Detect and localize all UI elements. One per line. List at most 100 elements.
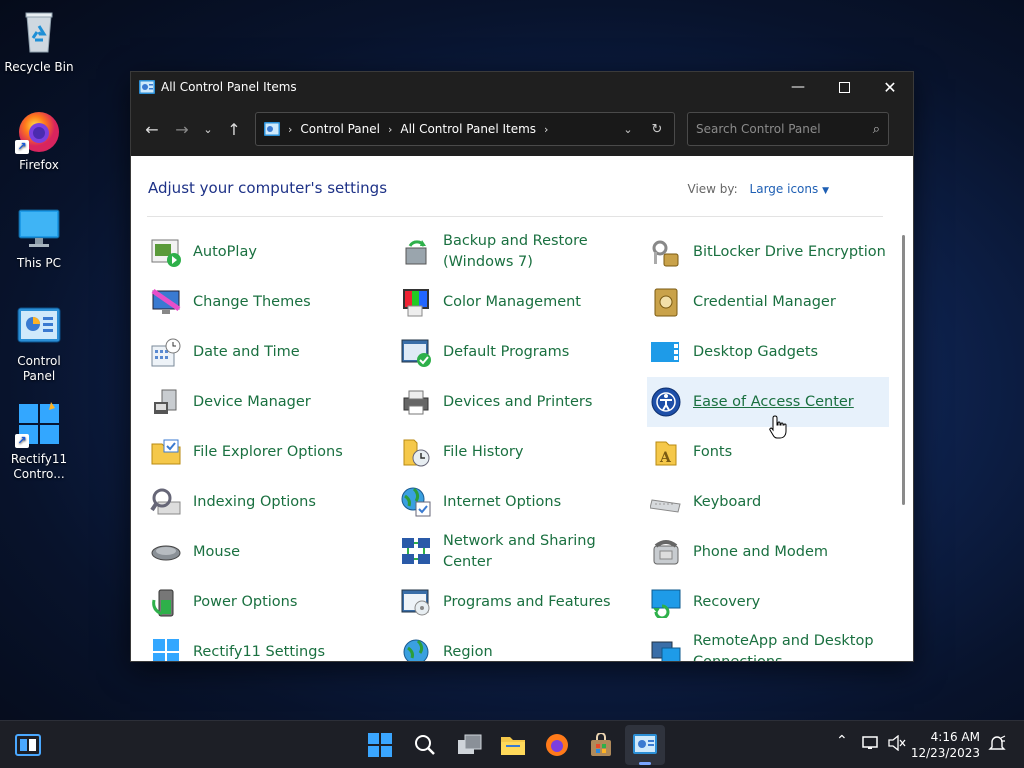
control-panel-taskbar-button[interactable] [625, 725, 665, 765]
item-recovery[interactable]: Recovery [647, 577, 889, 627]
item-region[interactable]: Region [397, 627, 647, 661]
item-label: Power Options [193, 593, 298, 610]
control-panel-icon [264, 122, 280, 136]
item-label: Keyboard [693, 493, 762, 510]
item-programs-features[interactable]: Programs and Features [397, 577, 647, 627]
scrollbar-thumb[interactable] [902, 235, 905, 505]
item-network-sharing[interactable]: Network and Sharing Center [397, 527, 647, 577]
item-color-management[interactable]: Color Management [397, 277, 647, 327]
notification-bell-icon [988, 735, 1006, 750]
item-remoteapp[interactable]: RemoteApp and Desktop Connections [647, 627, 889, 662]
region-globe-icon [399, 635, 433, 661]
item-ease-of-access[interactable]: Ease of Access Center [647, 377, 889, 427]
item-mouse[interactable]: Mouse [147, 527, 397, 577]
item-label: Indexing Options [193, 493, 316, 510]
view-by-value: Large icons [749, 182, 819, 196]
desktop-icon-label: This PC [17, 256, 61, 270]
view-by-label: View by: [687, 182, 738, 196]
search-input[interactable] [696, 122, 873, 136]
autoplay-icon [149, 235, 183, 269]
desktop-icon-this-pc[interactable]: This PC [0, 204, 78, 271]
desktop-icon-recycle-bin[interactable]: Recycle Bin [0, 8, 78, 75]
device-manager-icon [149, 385, 183, 419]
item-credential-manager[interactable]: Credential Manager [647, 277, 889, 327]
network-icon [399, 535, 433, 569]
item-phone-modem[interactable]: Phone and Modem [647, 527, 889, 577]
item-bitlocker[interactable]: BitLocker Drive Encryption [647, 227, 889, 277]
forward-button[interactable]: → [167, 114, 197, 144]
item-device-manager[interactable]: Device Manager [147, 377, 397, 427]
item-rectify11-settings[interactable]: Rectify11 Settings [147, 627, 397, 661]
search-box[interactable]: ⌕ [687, 112, 889, 146]
desktop-icon-rectify11[interactable]: ↗ Rectify11 Contro... [0, 400, 78, 482]
item-label: RemoteApp and Desktop Connections [693, 633, 874, 662]
item-internet-options[interactable]: Internet Options [397, 477, 647, 527]
breadcrumb-all-items[interactable]: All Control Panel Items [400, 122, 536, 136]
task-view-button[interactable] [455, 730, 485, 760]
address-bar[interactable]: › Control Panel › All Control Panel Item… [255, 112, 675, 146]
show-hidden-icons-button[interactable]: ⌃ [836, 733, 848, 749]
network-status-icon[interactable] [862, 735, 880, 755]
minimize-button[interactable]: — [775, 72, 821, 102]
back-button[interactable]: ← [137, 114, 167, 144]
chevron-down-icon: ⌄ [623, 122, 633, 136]
item-default-programs[interactable]: Default Programs [397, 327, 647, 377]
store-button[interactable] [586, 730, 616, 760]
arrow-up-icon: ↑ [227, 119, 241, 139]
printer-icon [399, 385, 433, 419]
desktop-icon-firefox[interactable]: ↗ Firefox [0, 106, 78, 173]
item-label: Phone and Modem [693, 543, 829, 560]
file-explorer-button[interactable] [498, 730, 528, 760]
phone-icon [649, 535, 683, 569]
item-desktop-gadgets[interactable]: Desktop Gadgets [647, 327, 889, 377]
refresh-icon: ↻ [651, 121, 663, 137]
up-button[interactable]: ↑ [219, 114, 249, 144]
battery-icon [149, 585, 183, 619]
default-programs-icon [399, 335, 433, 369]
item-indexing-options[interactable]: Indexing Options [147, 477, 397, 527]
windows-logo-icon: ↗ [15, 400, 63, 448]
item-power-options[interactable]: Power Options [147, 577, 397, 627]
clock-time: 4:16 AM [930, 730, 980, 744]
volume-muted-icon[interactable] [888, 734, 906, 755]
address-dropdown-button[interactable]: ⌄ [616, 122, 640, 137]
chevron-up-icon: ⌃ [836, 733, 848, 749]
desktop-icon-label: Recycle Bin [4, 60, 74, 74]
start-button[interactable] [365, 730, 395, 760]
widgets-button[interactable] [13, 730, 43, 760]
item-autoplay[interactable]: AutoPlay [147, 227, 397, 277]
item-date-time[interactable]: Date and Time [147, 327, 397, 377]
desktop-icon-label: Firefox [19, 158, 59, 172]
item-change-themes[interactable]: Change Themes [147, 277, 397, 327]
shortcut-arrow-icon: ↗ [15, 434, 29, 448]
item-keyboard[interactable]: Keyboard [647, 477, 889, 527]
notifications-button[interactable] [988, 735, 1006, 757]
view-by-dropdown[interactable]: Large icons ▼ [750, 182, 829, 196]
folder-options-icon [149, 435, 183, 469]
desktop-icon-control-panel[interactable]: Control Panel [0, 302, 78, 384]
maximize-button[interactable] [821, 72, 867, 102]
breadcrumb-control-panel[interactable]: Control Panel [300, 122, 380, 136]
title-bar[interactable]: All Control Panel Items — ✕ [131, 72, 913, 102]
close-button[interactable]: ✕ [867, 72, 913, 102]
chevron-right-icon[interactable]: › [544, 123, 548, 136]
recent-locations-button[interactable]: ⌄ [197, 114, 219, 144]
programs-icon [399, 585, 433, 619]
item-label: Programs and Features [443, 593, 611, 610]
item-devices-printers[interactable]: Devices and Printers [397, 377, 647, 427]
widgets-icon [15, 734, 41, 756]
item-label: Date and Time [193, 343, 300, 360]
search-icon[interactable]: ⌕ [873, 122, 880, 137]
globe-icon [399, 485, 433, 519]
system-clock[interactable]: 4:16 AM 12/23/2023 [911, 729, 980, 761]
item-file-history[interactable]: File History [397, 427, 647, 477]
item-file-explorer-options[interactable]: File Explorer Options [147, 427, 397, 477]
search-button[interactable] [410, 730, 440, 760]
item-label: Color Management [443, 293, 581, 310]
chevron-down-icon: ⌄ [203, 122, 213, 136]
item-fonts[interactable]: A Fonts [647, 427, 889, 477]
firefox-taskbar-button[interactable] [542, 730, 572, 760]
item-backup-restore[interactable]: Backup and Restore (Windows 7) [397, 227, 647, 277]
arrow-left-icon: ← [145, 119, 159, 139]
refresh-button[interactable]: ↻ [640, 122, 674, 137]
